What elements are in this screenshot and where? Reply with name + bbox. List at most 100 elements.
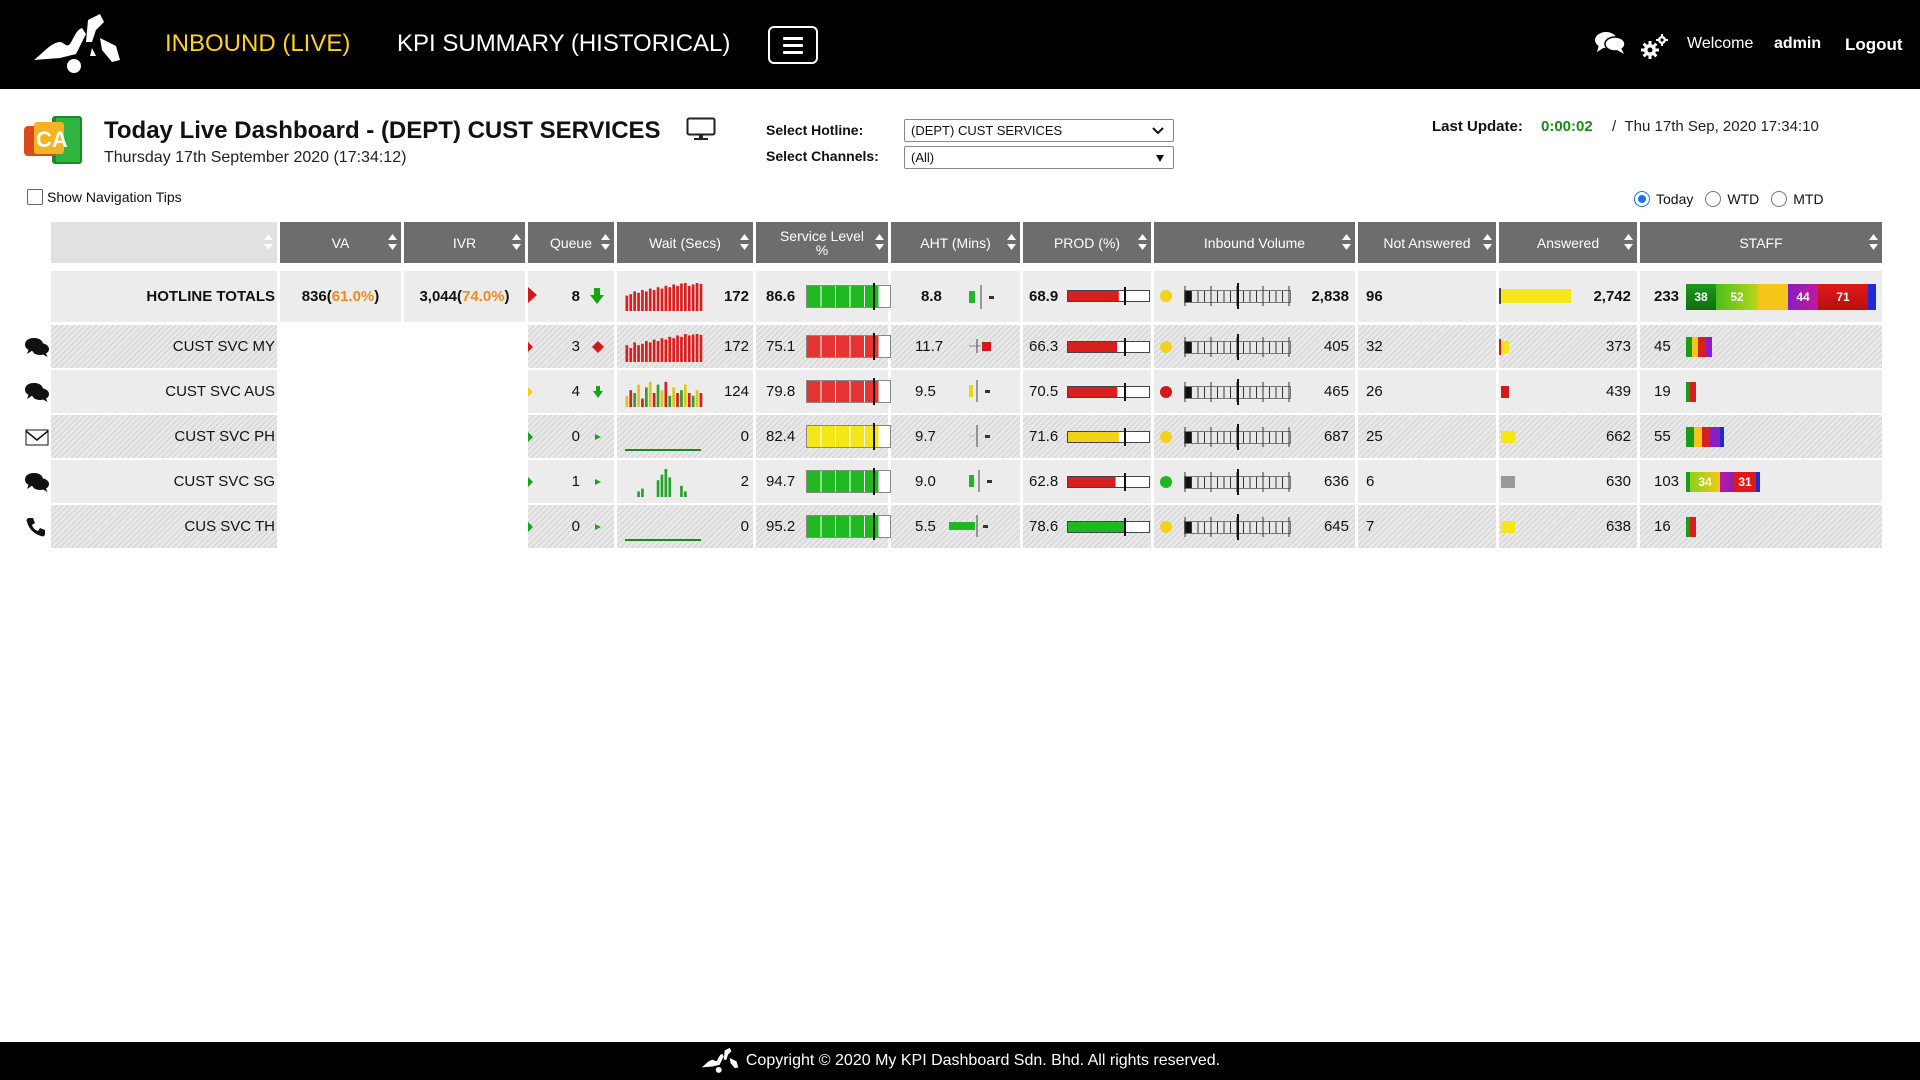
settings-gear-icon[interactable] <box>1640 32 1670 60</box>
row-name: CUST SVC PH <box>174 428 275 445</box>
prod-bar <box>1067 518 1150 536</box>
answered-bar-fill <box>1501 431 1515 443</box>
row-not-answered-cell: 25 <box>1358 415 1496 458</box>
column-header-6[interactable]: AHT (Mins) <box>891 222 1020 263</box>
wait-sparkline-bar <box>633 291 636 311</box>
navigation-tips-toggle[interactable]: Show Navigation Tips <box>27 189 182 205</box>
wait-sparkline-bar <box>660 474 664 497</box>
wait-sparkline-bar <box>691 395 695 407</box>
chat-icon <box>25 338 49 357</box>
wait-sparkline-bar <box>625 345 629 362</box>
row-queue-cell: 4 <box>528 370 614 413</box>
staff-segment-bar <box>1686 427 1724 447</box>
period-wtd[interactable]: WTD <box>1705 191 1759 207</box>
column-header-5[interactable]: Service Level % <box>756 222 888 263</box>
queue-status-marker <box>528 522 533 532</box>
row-name: CUST SVC AUS <box>165 383 275 400</box>
staff-segment <box>1758 284 1788 310</box>
wait-sparkline-bar <box>660 288 664 311</box>
sort-up-arrow <box>1007 234 1016 240</box>
monitor-icon[interactable] <box>686 117 716 141</box>
column-header-label: PROD (%) <box>1053 234 1121 251</box>
row-staff-cell: 103 34 31 <box>1640 460 1882 503</box>
inbound-gauge-fill <box>1185 432 1191 443</box>
answered-bar <box>1501 521 1515 533</box>
radio-icon-selected[interactable] <box>1634 191 1650 207</box>
service-level-bar-segment <box>836 426 850 447</box>
chat-icon <box>25 473 49 492</box>
wait-sparkline-bar <box>664 381 668 407</box>
row-sl-value: 94.7 <box>766 473 796 490</box>
wait-sparkline <box>625 449 701 451</box>
prod-bar <box>1067 383 1150 401</box>
wait-sparkline-bar <box>656 480 660 497</box>
staff-segment-bar <box>1686 337 1712 357</box>
answered-bar <box>1499 339 1509 355</box>
row-staff-cell: 45 <box>1640 325 1882 368</box>
select-channels-dropdown[interactable]: (All) <box>904 146 1174 169</box>
column-header-7[interactable]: PROD (%) <box>1023 222 1151 263</box>
column-header-1[interactable]: VA <box>280 222 401 263</box>
wait-sparkline-bar <box>668 336 672 362</box>
column-header-4[interactable]: Wait (Secs) <box>617 222 753 263</box>
answered-bar-edge <box>1499 288 1501 304</box>
nav-kpi-summary[interactable]: KPI SUMMARY (HISTORICAL) <box>397 30 730 58</box>
period-selector: Today WTD MTD <box>1634 191 1824 207</box>
totals-inbound-value: 2,838 <box>1311 288 1349 305</box>
period-today[interactable]: Today <box>1634 191 1693 207</box>
staff-segment <box>1690 517 1696 537</box>
prod-bar-fill <box>1068 522 1126 532</box>
row-name-cell: CUST SVC MY <box>51 325 277 368</box>
trend-up-diamond-icon <box>592 341 604 353</box>
brand-logo[interactable] <box>30 12 124 78</box>
totals-va-value: 836 <box>301 288 327 305</box>
chat-bubble-front <box>32 388 49 402</box>
column-header-8[interactable]: Inbound Volume <box>1154 222 1355 263</box>
column-header-0[interactable] <box>51 222 277 263</box>
footer: Copyright © 2020 My KPI Dashboard Sdn. B… <box>0 1042 1920 1080</box>
wait-sparkline-bar <box>676 285 679 311</box>
trend-flat-arrow <box>595 434 601 440</box>
row-prod-cell: 71.6 <box>1023 415 1151 458</box>
navigation-tips-checkbox[interactable] <box>27 189 43 205</box>
radio-icon[interactable] <box>1771 191 1788 207</box>
wait-sparkline-bar <box>676 393 679 407</box>
wait-sparkline-bar <box>680 283 683 311</box>
column-header-2[interactable]: IVR <box>404 222 525 263</box>
last-update-label: Last Update: <box>1432 118 1523 135</box>
service-level-bar-segment <box>865 471 879 492</box>
menu-button[interactable] <box>768 26 818 64</box>
column-header-9[interactable]: Not Answered <box>1358 222 1496 263</box>
row-aht-value: 9.0 <box>915 473 936 490</box>
sort-icon <box>1483 234 1492 250</box>
row-sl-cell: 94.7 <box>756 460 891 503</box>
answered-bar-fill <box>1501 521 1515 533</box>
last-update-separator: / <box>1612 118 1617 135</box>
totals-va-cell: 836(61.0%) <box>280 271 401 322</box>
nav-inbound-live[interactable]: INBOUND (LIVE) <box>165 30 350 58</box>
wait-sparkline <box>625 539 701 541</box>
menu-icon-bar <box>783 36 803 40</box>
select-hotline-dropdown[interactable]: (DEPT) CUST SERVICES <box>904 119 1174 142</box>
column-header-11[interactable]: STAFF <box>1640 222 1882 263</box>
wait-sparkline <box>625 381 703 407</box>
row-sl-cell: 95.2 <box>756 505 891 548</box>
service-level-bar-segment <box>821 471 835 492</box>
inbound-status-dot <box>1160 290 1172 302</box>
sort-down-arrow <box>1342 244 1351 250</box>
page-title: Today Live Dashboard - (DEPT) CUST SERVI… <box>104 117 661 144</box>
aht-marker <box>987 480 992 483</box>
totals-wait-cell: 172 <box>617 271 753 322</box>
row-not-answered-value: 25 <box>1366 428 1383 445</box>
staff-segment-bar <box>1686 517 1696 537</box>
chat-icon[interactable] <box>1594 30 1626 56</box>
row-sl-value: 95.2 <box>766 518 796 535</box>
wait-sparkline-bar <box>699 334 703 362</box>
logout-link[interactable]: Logout <box>1845 35 1903 55</box>
service-level-bar-segment <box>850 426 864 447</box>
column-header-10[interactable]: Answered <box>1499 222 1637 263</box>
column-header-3[interactable]: Queue <box>528 222 614 263</box>
radio-icon[interactable] <box>1705 191 1722 207</box>
period-mtd[interactable]: MTD <box>1771 191 1824 207</box>
inbound-gauge <box>1160 514 1291 540</box>
